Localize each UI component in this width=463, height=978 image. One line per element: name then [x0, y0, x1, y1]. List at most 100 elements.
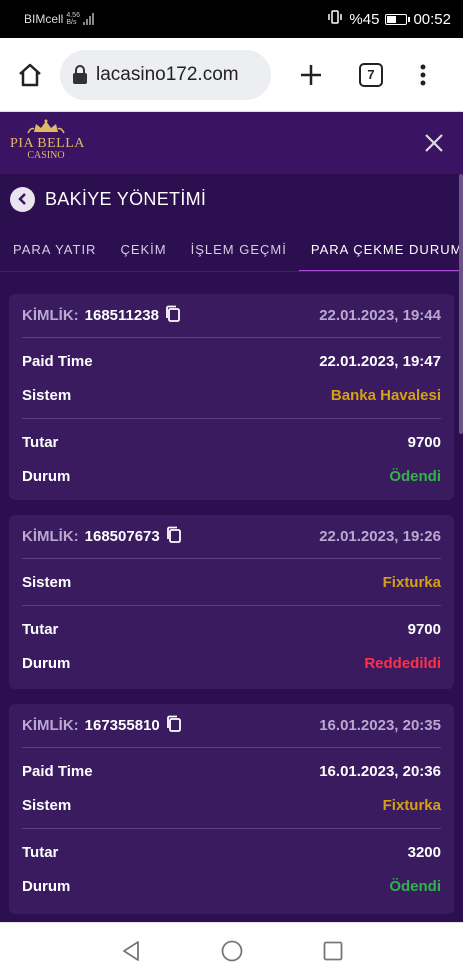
panel-titlebar: BAKİYE YÖNETİMİ	[0, 174, 463, 224]
system-nav-bar	[0, 922, 463, 978]
tab-withdraw[interactable]: ÇEKİM	[108, 226, 178, 272]
url-text: lacasino172.com	[96, 63, 239, 85]
tab-withdraw-status[interactable]: PARA ÇEKME DURUMU	[298, 226, 463, 272]
system-value: Fixturka	[382, 573, 441, 591]
withdrawal-card: KİMLİK: 168507673 22.01.2023, 19:26 Sist…	[9, 515, 454, 689]
withdrawal-card: KİMLİK: 167355810 16.01.2023, 20:35 Paid…	[9, 704, 454, 914]
more-vert-icon	[420, 64, 426, 85]
system-label: Sistem	[22, 386, 72, 404]
circle-home-icon	[221, 940, 242, 961]
carrier-name: BIMcell	[24, 12, 64, 26]
browser-menu-button[interactable]	[401, 45, 445, 105]
tab-divider	[0, 271, 463, 272]
system-value: Banka Havalesi	[330, 386, 441, 404]
status-row: Durum Ödendi	[22, 459, 441, 493]
network-speed: 4.56 B/s	[66, 12, 80, 26]
copy-icon[interactable]	[166, 715, 182, 737]
card-divider	[22, 605, 441, 606]
site-header: PIA BELLA CASINO	[0, 112, 463, 174]
id-label: KİMLİK:	[22, 528, 79, 545]
battery-icon	[385, 13, 411, 25]
chevron-left-icon	[17, 193, 26, 205]
close-icon	[425, 134, 443, 152]
vibrate-icon	[327, 10, 343, 28]
card-header: KİMLİK: 168511238 22.01.2023, 19:44	[22, 294, 441, 338]
copy-icon[interactable]	[166, 526, 182, 548]
system-label: Sistem	[22, 796, 72, 814]
amount-label: Tutar	[22, 620, 59, 638]
tab-switcher-button[interactable]: 7	[341, 45, 401, 105]
card-divider	[22, 828, 441, 829]
tab-count: 7	[359, 62, 383, 87]
paid-time-row: Paid Time 16.01.2023, 20:36	[22, 754, 441, 788]
paid-time-label: Paid Time	[22, 352, 93, 370]
created-date: 22.01.2023, 19:26	[319, 528, 441, 545]
triangle-back-icon	[122, 940, 139, 961]
lock-icon	[73, 64, 87, 84]
paid-time-value: 16.01.2023, 20:36	[319, 762, 441, 780]
page-title: BAKİYE YÖNETİMİ	[45, 188, 207, 209]
balance-management-panel: BAKİYE YÖNETİMİ PARA YATIR ÇEKİM İŞLEM G…	[0, 174, 463, 922]
id-value: 168511238	[84, 307, 159, 324]
nav-home-button[interactable]	[212, 931, 252, 971]
status-value: Reddedildi	[364, 654, 441, 672]
system-value: Fixturka	[382, 796, 441, 814]
system-row: Sistem Fixturka	[22, 565, 441, 599]
nav-back-button[interactable]	[111, 931, 151, 971]
scrollbar[interactable]	[459, 174, 463, 434]
nav-recents-button[interactable]	[313, 931, 353, 971]
paid-time-label: Paid Time	[22, 762, 93, 780]
status-label: Durum	[22, 467, 71, 485]
status-value: Ödendi	[389, 877, 441, 895]
amount-row: Tutar 3200	[22, 835, 441, 869]
tab-bar: PARA YATIR ÇEKİM İŞLEM GEÇMİ PARA ÇEKME …	[0, 226, 463, 272]
plus-icon	[301, 64, 321, 85]
tab-deposit[interactable]: PARA YATIR	[0, 226, 108, 272]
paid-time-value: 22.01.2023, 19:47	[319, 352, 441, 370]
battery-percent: %45	[349, 10, 380, 28]
card-divider	[22, 418, 441, 419]
tab-history[interactable]: İŞLEM GEÇMİ	[179, 226, 299, 272]
id-value: 167355810	[84, 717, 160, 734]
signal-icon	[82, 13, 94, 25]
status-bar: BIMcell 4.56 B/s %45 00:52	[0, 0, 463, 38]
site-logo[interactable]: PIA BELLA CASINO	[10, 118, 85, 170]
address-bar[interactable]: lacasino172.com	[60, 49, 271, 100]
new-tab-button[interactable]	[281, 45, 341, 105]
id-value: 168507673	[84, 528, 160, 545]
status-row: Durum Reddedildi	[22, 646, 441, 680]
id-label: KİMLİK:	[22, 307, 79, 324]
browser-toolbar: lacasino172.com 7	[0, 38, 463, 112]
amount-value: 9700	[407, 620, 441, 638]
amount-row: Tutar 9700	[22, 612, 441, 646]
home-button[interactable]	[0, 45, 60, 105]
amount-label: Tutar	[22, 843, 59, 861]
back-button[interactable]	[10, 186, 35, 212]
created-date: 16.01.2023, 20:35	[319, 717, 441, 734]
card-header: KİMLİK: 167355810 16.01.2023, 20:35	[22, 704, 441, 748]
carrier-info: BIMcell 4.56 B/s	[24, 12, 94, 26]
card-header: KİMLİK: 168507673 22.01.2023, 19:26	[22, 515, 441, 559]
paid-time-row: Paid Time 22.01.2023, 19:47	[22, 344, 441, 378]
crown-icon	[10, 118, 82, 136]
logo-name: PIA BELLA	[10, 136, 85, 151]
amount-label: Tutar	[22, 433, 59, 451]
square-recents-icon	[323, 941, 342, 960]
system-label: Sistem	[22, 573, 72, 591]
system-row: Sistem Banka Havalesi	[22, 378, 441, 412]
status-label: Durum	[22, 654, 71, 672]
amount-value: 3200	[407, 843, 441, 861]
close-button[interactable]	[419, 128, 449, 158]
status-value: Ödendi	[389, 467, 441, 485]
logo-sub: CASINO	[27, 150, 65, 161]
status-row: Durum Ödendi	[22, 869, 441, 903]
system-row: Sistem Fixturka	[22, 788, 441, 822]
created-date: 22.01.2023, 19:44	[319, 307, 441, 324]
withdrawal-card: KİMLİK: 168511238 22.01.2023, 19:44 Paid…	[9, 294, 454, 500]
status-label: Durum	[22, 877, 71, 895]
amount-value: 9700	[407, 433, 441, 451]
id-label: KİMLİK:	[22, 717, 79, 734]
amount-row: Tutar 9700	[22, 425, 441, 459]
copy-icon[interactable]	[165, 305, 181, 327]
clock: 00:52	[413, 10, 451, 28]
